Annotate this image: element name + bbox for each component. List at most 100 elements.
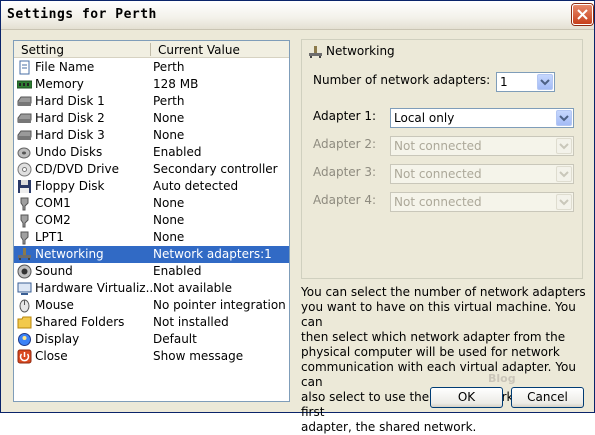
display-icon xyxy=(18,333,31,346)
num-adapters-label: Number of network adapters: xyxy=(313,73,491,87)
list-item-networking[interactable]: Networking Network adapters:1 xyxy=(14,246,289,263)
setting-name: Shared Folders xyxy=(35,315,125,329)
chevron-down-icon xyxy=(556,194,572,210)
setting-value: 128 MB xyxy=(153,77,199,91)
list-item-undo-disks[interactable]: Undo Disks Enabled xyxy=(14,144,289,161)
hard-disk-icon xyxy=(17,96,32,106)
setting-value: Default xyxy=(153,332,197,346)
setting-value: Perth xyxy=(153,60,185,74)
chevron-down-icon xyxy=(556,138,572,154)
adapter-1-select[interactable]: Local only xyxy=(390,108,574,128)
setting-value: None xyxy=(153,213,185,227)
column-header-setting[interactable]: Setting xyxy=(21,43,64,57)
folder-icon xyxy=(17,316,32,329)
description-line: you want to have on this virtual machine… xyxy=(301,300,576,329)
list-item-hard-disk-2[interactable]: Hard Disk 2 None xyxy=(14,110,289,127)
setting-value: Show message xyxy=(153,349,244,363)
setting-name: Memory xyxy=(35,77,84,91)
settings-list[interactable]: Setting Current Value File Name Perth Memo… xyxy=(13,40,290,402)
setting-name: LPT1 xyxy=(35,230,64,244)
setting-value: Network adapters:1 xyxy=(153,247,272,261)
setting-name: Hard Disk 3 xyxy=(35,128,105,142)
floppy-icon xyxy=(18,180,31,193)
adapter-1-value: Local only xyxy=(394,111,455,125)
networking-group: Networking Number of network adapters: 1… xyxy=(301,39,583,279)
cd-icon xyxy=(17,162,32,177)
setting-value: No pointer integration xyxy=(153,298,286,312)
ok-button[interactable]: OK xyxy=(430,387,503,408)
list-item-sound[interactable]: Sound Enabled xyxy=(14,263,289,280)
adapter-3-value: Not connected xyxy=(394,167,482,181)
setting-value: Not available xyxy=(153,281,233,295)
setting-value: None xyxy=(153,196,185,210)
list-item-hard-disk-1[interactable]: Hard Disk 1 Perth xyxy=(14,93,289,110)
hard-disk-icon xyxy=(17,113,32,123)
setting-value: Not installed xyxy=(153,315,229,329)
list-item-floppy-disk[interactable]: Floppy Disk Auto detected xyxy=(14,178,289,195)
close-setting-icon xyxy=(17,349,32,364)
column-divider[interactable] xyxy=(150,43,151,56)
setting-name: COM2 xyxy=(35,213,71,227)
list-item-display[interactable]: Display Default xyxy=(14,331,289,348)
cancel-button[interactable]: Cancel xyxy=(511,387,584,408)
network-icon xyxy=(18,248,31,260)
list-item-hardware-virtualiz[interactable]: Hardware Virtualiz... Not available xyxy=(14,280,289,297)
list-header: Setting Current Value xyxy=(14,41,289,58)
description-line: You can select the number of network ada… xyxy=(301,285,586,299)
setting-name: Mouse xyxy=(35,298,74,312)
setting-name: Hard Disk 2 xyxy=(35,111,105,125)
setting-value: Enabled xyxy=(153,145,202,159)
list-item-close[interactable]: Close Show message xyxy=(14,348,289,365)
adapter-3-select: Not connected xyxy=(390,164,574,184)
port-icon xyxy=(20,214,29,228)
description-line: physical computer will be used for netwo… xyxy=(301,345,560,359)
memory-icon xyxy=(17,80,32,89)
adapter-2-label: Adapter 2: xyxy=(313,137,377,151)
sound-icon xyxy=(17,264,32,279)
description-line: adapter, the shared network. xyxy=(301,420,477,434)
list-item-com2[interactable]: COM2 None xyxy=(14,212,289,229)
chevron-down-icon[interactable] xyxy=(556,110,572,126)
column-header-current-value[interactable]: Current Value xyxy=(158,43,240,57)
undo-disks-icon xyxy=(17,147,31,159)
chevron-down-icon[interactable] xyxy=(537,74,553,90)
setting-name: COM1 xyxy=(35,196,71,210)
list-item-cd-dvd-drive[interactable]: CD/DVD Drive Secondary controller xyxy=(14,161,289,178)
port-icon xyxy=(20,231,29,245)
adapter-2-value: Not connected xyxy=(394,139,482,153)
description-line: then select which network adapter from t… xyxy=(301,330,566,344)
close-button[interactable] xyxy=(572,4,593,25)
window-title: Settings for Perth xyxy=(7,7,157,22)
chevron-down-icon xyxy=(556,166,572,182)
description-line: communication with each virtual adapter.… xyxy=(301,360,576,389)
setting-name: CD/DVD Drive xyxy=(35,162,119,176)
list-item-lpt1[interactable]: LPT1 None xyxy=(14,229,289,246)
setting-name: Hardware Virtualiz... xyxy=(35,281,158,295)
list-item-hard-disk-3[interactable]: Hard Disk 3 None xyxy=(14,127,289,144)
setting-name: Hard Disk 1 xyxy=(35,94,105,108)
setting-name: Sound xyxy=(35,264,73,278)
setting-value: None xyxy=(153,230,185,244)
hardware-icon xyxy=(17,282,32,295)
mouse-icon xyxy=(19,299,30,313)
setting-value: Perth xyxy=(153,94,185,108)
adapter-3-label: Adapter 3: xyxy=(313,165,377,179)
list-item-memory[interactable]: Memory 128 MB xyxy=(14,76,289,93)
list-item-shared-folders[interactable]: Shared Folders Not installed xyxy=(14,314,289,331)
setting-value: Auto detected xyxy=(153,179,239,193)
file-icon xyxy=(19,60,30,75)
setting-name: Floppy Disk xyxy=(35,179,105,193)
setting-value: Enabled xyxy=(153,264,202,278)
setting-value: None xyxy=(153,128,185,142)
list-item-file-name[interactable]: File Name Perth xyxy=(14,59,289,76)
hard-disk-icon xyxy=(17,130,32,140)
list-item-com1[interactable]: COM1 None xyxy=(14,195,289,212)
network-icon xyxy=(309,46,322,58)
close-icon xyxy=(577,9,588,20)
num-adapters-select[interactable]: 1 xyxy=(496,72,555,92)
setting-name: Networking xyxy=(35,247,104,261)
watermark: Blog xyxy=(488,372,516,385)
num-adapters-value: 1 xyxy=(500,75,508,89)
settings-dialog: Settings for Perth Setting Current Value… xyxy=(0,0,595,434)
list-item-mouse[interactable]: Mouse No pointer integration xyxy=(14,297,289,314)
